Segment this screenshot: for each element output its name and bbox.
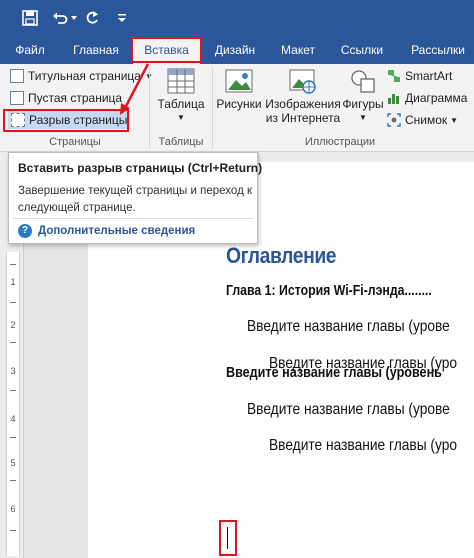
ruler-tick <box>10 302 16 303</box>
online-picture-icon <box>289 68 317 94</box>
redo-icon[interactable] <box>82 6 102 30</box>
cover-page-button[interactable]: Титульная страница ▼ <box>10 67 153 85</box>
pictures-label: Рисунки <box>216 97 262 111</box>
screenshot-button[interactable]: Снимок ▼ <box>387 111 458 129</box>
pages-group-label: Страницы <box>49 136 101 148</box>
shapes-label: Фигуры <box>342 97 384 111</box>
blank-page-label: Пустая страница <box>28 91 123 105</box>
tooltip-divider <box>13 218 253 219</box>
picture-icon <box>225 68 253 94</box>
cover-page-icon <box>10 69 24 83</box>
tooltip-description: Завершение текущей страницы и переход к … <box>18 185 253 214</box>
undo-dropdown-icon[interactable] <box>68 6 80 30</box>
smartart-button[interactable]: SmartArt <box>387 67 452 85</box>
ruler-tick <box>10 342 16 343</box>
screenshot-label: Снимок <box>405 113 448 127</box>
group-divider <box>149 68 150 148</box>
ruler-number: 2 <box>10 320 16 330</box>
ribbon-tabs: Файл Главная Вставка Дизайн Макет Ссылки… <box>0 36 474 64</box>
help-icon: ? <box>18 224 32 238</box>
ruler-number: 1 <box>10 277 16 287</box>
toc-entry[interactable]: Введите название главы (уровень <box>226 364 442 381</box>
more-info-label: Дополнительные сведения <box>38 225 196 237</box>
chevron-down-icon: ▼ <box>450 115 459 125</box>
tab-design[interactable]: Дизайн <box>207 36 263 64</box>
blank-page-button[interactable]: Пустая страница <box>10 89 122 107</box>
screenshot-icon <box>387 113 401 127</box>
blank-page-icon <box>10 91 24 105</box>
tab-home[interactable]: Главная <box>64 36 128 64</box>
tab-mailings[interactable]: Рассылки <box>402 36 474 64</box>
toc-heading: Оглавление <box>226 243 337 268</box>
shapes-button[interactable]: Фигуры ▼ <box>341 68 385 125</box>
toc-entry[interactable]: Введите название главы (уро <box>269 437 457 455</box>
toc-entry[interactable]: Введите название главы (урове <box>247 401 450 419</box>
ruler-number: 3 <box>10 366 16 376</box>
table-label: Таблица <box>157 97 205 111</box>
more-info-link[interactable]: ? Дополнительные сведения <box>18 224 195 238</box>
ruler-number: 6 <box>10 504 16 514</box>
pictures-button[interactable]: Рисунки <box>214 68 264 111</box>
customize-toolbar-icon[interactable] <box>115 6 129 30</box>
cover-page-label: Титульная страница <box>28 69 141 83</box>
online-pictures-button[interactable]: Изображения из Интернета <box>264 68 342 125</box>
chevron-down-icon: ▼ <box>177 113 185 122</box>
cursor-highlight <box>219 520 237 556</box>
ruler-tick <box>10 480 16 481</box>
ruler-number: 4 <box>10 414 16 424</box>
illustrations-group-label: Иллюстрации <box>304 136 376 148</box>
smartart-label: SmartArt <box>405 69 453 83</box>
quick-access-toolbar <box>0 0 474 36</box>
table-button[interactable]: Таблица ▼ <box>154 68 208 125</box>
chart-button[interactable]: Диаграмма <box>387 89 467 107</box>
online-pictures-label-line2: из Интернета <box>265 111 341 125</box>
tab-references[interactable]: Ссылки <box>334 36 390 64</box>
save-icon[interactable] <box>18 6 42 30</box>
smartart-icon <box>387 69 401 83</box>
tables-group-label: Таблицы <box>158 136 204 148</box>
ruler-number: 5 <box>10 458 16 468</box>
online-pictures-label-line1: Изображения <box>265 97 341 111</box>
insert-tab-highlight <box>131 37 202 63</box>
page-break-tooltip: Вставить разрыв страницы (Ctrl+Return) З… <box>8 152 262 244</box>
tooltip-title: Вставить разрыв страницы (Ctrl+Return) <box>18 161 263 175</box>
ruler-tick <box>10 264 16 265</box>
tab-file[interactable]: Файл <box>8 36 52 64</box>
text-cursor <box>227 527 228 549</box>
table-icon <box>167 68 195 94</box>
ruler-tick <box>10 390 16 391</box>
chart-icon <box>387 91 401 105</box>
ruler-tick <box>10 530 16 531</box>
ribbon: Титульная страница ▼ Пустая страница Раз… <box>0 64 474 152</box>
toc-entry[interactable]: Введите название главы (урове <box>247 318 450 336</box>
undo-icon[interactable] <box>50 6 70 30</box>
group-divider <box>212 68 213 148</box>
chevron-down-icon: ▼ <box>359 113 367 122</box>
shapes-icon <box>349 68 377 94</box>
toc-entry[interactable]: Глава 1: История Wi-Fi-лэнда........ <box>226 282 432 299</box>
tab-layout[interactable]: Макет <box>272 36 324 64</box>
chart-label: Диаграмма <box>405 91 468 105</box>
page-break-highlight <box>3 109 129 132</box>
ruler-tick <box>10 437 16 438</box>
